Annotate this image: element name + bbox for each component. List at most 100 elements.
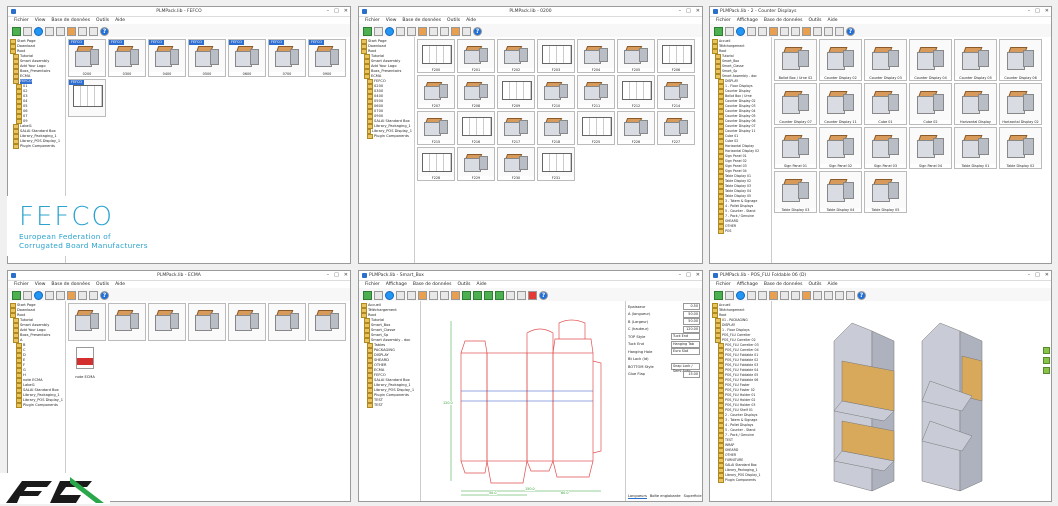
close-icon[interactable]: ✕: [696, 7, 700, 16]
tree-item[interactable]: TEST: [361, 403, 418, 408]
help-icon[interactable]: ?: [539, 291, 548, 300]
truck-icon[interactable]: [791, 27, 800, 36]
print-icon[interactable]: [407, 291, 416, 300]
menu-file[interactable]: Fichier: [14, 281, 29, 288]
ruler-icon[interactable]: [846, 291, 855, 300]
layers-icon[interactable]: [824, 27, 833, 36]
model-thumbnail[interactable]: Sign Panel 03: [864, 127, 907, 169]
model-thumbnail[interactable]: F202: [497, 39, 535, 73]
globe-icon[interactable]: [34, 291, 43, 300]
new-icon[interactable]: [363, 27, 372, 36]
close-icon[interactable]: ✕: [344, 7, 348, 16]
model-thumbnail[interactable]: Counter Display 07: [774, 83, 817, 125]
new-icon[interactable]: [12, 291, 21, 300]
model-thumbnail[interactable]: FEFCO 0600: [228, 39, 266, 77]
view-tool-icon[interactable]: [1043, 367, 1050, 374]
maximize-icon[interactable]: □: [334, 7, 339, 16]
layers-icon[interactable]: [824, 291, 833, 300]
model-thumbnail[interactable]: Table Display 05: [864, 171, 907, 213]
print-icon[interactable]: [758, 27, 767, 36]
box-icon[interactable]: [67, 27, 76, 36]
3d-viewport[interactable]: [772, 301, 1051, 501]
model-thumbnail[interactable]: Table Display 02: [999, 127, 1042, 169]
help-icon[interactable]: ?: [100, 27, 109, 36]
open-icon[interactable]: [725, 291, 734, 300]
menu-view[interactable]: Affichage: [737, 281, 758, 288]
model-thumbnail[interactable]: F200: [417, 39, 455, 73]
model-thumbnail[interactable]: F208: [457, 75, 495, 109]
model-thumbnail[interactable]: Sign Panel 01: [774, 127, 817, 169]
truck-icon[interactable]: [791, 291, 800, 300]
box-icon[interactable]: [418, 291, 427, 300]
menu-database[interactable]: Base de données: [51, 17, 90, 24]
pallet-icon[interactable]: [429, 291, 438, 300]
model-thumbnail[interactable]: FEFCO 0900: [308, 39, 346, 77]
model-thumbnail[interactable]: FEFCO 0400: [148, 39, 186, 77]
model-thumbnail[interactable]: Horizontal Display 02: [999, 83, 1042, 125]
globe-icon[interactable]: [385, 291, 394, 300]
model-thumbnail[interactable]: F215: [417, 111, 455, 145]
new-icon[interactable]: [714, 27, 723, 36]
minimize-icon[interactable]: –: [679, 271, 682, 280]
tree-item[interactable]: Plugin Components: [10, 144, 63, 149]
truck-icon[interactable]: [89, 27, 98, 36]
model-thumbnail[interactable]: F209: [497, 75, 535, 109]
pdf-export-icon[interactable]: [528, 291, 537, 300]
menu-tools[interactable]: Outils: [809, 281, 822, 288]
case-icon[interactable]: [451, 27, 460, 36]
print-icon[interactable]: [56, 27, 65, 36]
model-thumbnail[interactable]: Counter Display 05: [954, 39, 997, 81]
model-thumbnail[interactable]: F212: [617, 75, 655, 109]
truck-icon[interactable]: [440, 291, 449, 300]
open-icon[interactable]: [725, 27, 734, 36]
model-thumbnail[interactable]: F201: [457, 39, 495, 73]
minimize-icon[interactable]: –: [327, 271, 330, 280]
menu-help[interactable]: Aide: [477, 281, 487, 288]
model-thumbnail[interactable]: Ballot Box / Urne 02: [774, 39, 817, 81]
model-thumbnail[interactable]: F217: [497, 111, 535, 145]
open-icon[interactable]: [23, 291, 32, 300]
pallet-icon[interactable]: [78, 291, 87, 300]
maximize-icon[interactable]: □: [1035, 271, 1040, 280]
model-thumbnail[interactable]: F226: [617, 111, 655, 145]
box-icon[interactable]: [769, 27, 778, 36]
case-icon[interactable]: [451, 291, 460, 300]
close-icon[interactable]: ✕: [696, 271, 700, 280]
open-icon[interactable]: [374, 291, 383, 300]
menu-help[interactable]: Aide: [115, 17, 125, 24]
model-thumbnail[interactable]: Counter Display 03: [864, 39, 907, 81]
menu-help[interactable]: Aide: [828, 281, 838, 288]
model-thumbnail[interactable]: F211: [577, 75, 615, 109]
menu-help[interactable]: Aide: [828, 17, 838, 24]
width-input[interactable]: 50.00: [683, 318, 700, 326]
help-icon[interactable]: ?: [857, 291, 866, 300]
truck-icon[interactable]: [89, 291, 98, 300]
pdf-thumbnail[interactable]: note ECMA: [70, 345, 100, 383]
box-icon[interactable]: [769, 291, 778, 300]
model-thumbnail[interactable]: FEFCO: [68, 79, 106, 117]
model-thumbnail[interactable]: Counter Display 02: [819, 39, 862, 81]
menu-database[interactable]: Base de données: [51, 281, 90, 288]
model-thumbnail[interactable]: Cube 01: [864, 83, 907, 125]
link-icon[interactable]: [835, 27, 844, 36]
model-thumbnail[interactable]: FEFCO 0700: [268, 39, 306, 77]
layer-green-icon[interactable]: [495, 291, 504, 300]
model-thumbnail[interactable]: [148, 303, 186, 341]
view-tool-icon[interactable]: [1043, 357, 1050, 364]
case-icon[interactable]: [802, 27, 811, 36]
tree-item[interactable]: Plugin Components: [361, 134, 412, 139]
menu-file[interactable]: Fichier: [365, 281, 380, 288]
pallet-icon[interactable]: [429, 27, 438, 36]
grid-icon[interactable]: [747, 291, 756, 300]
minimize-icon[interactable]: –: [1028, 271, 1031, 280]
model-thumbnail[interactable]: F231: [537, 147, 575, 181]
grid-icon[interactable]: [747, 27, 756, 36]
truck-icon[interactable]: [440, 27, 449, 36]
pallet-icon[interactable]: [780, 27, 789, 36]
menu-tools[interactable]: Outils: [447, 17, 460, 24]
model-thumbnail[interactable]: Table Display 01: [954, 127, 997, 169]
tree-item[interactable]: Plugin Components: [712, 478, 769, 483]
new-icon[interactable]: [714, 291, 723, 300]
model-thumbnail[interactable]: [188, 303, 226, 341]
menu-tools[interactable]: Outils: [809, 17, 822, 24]
